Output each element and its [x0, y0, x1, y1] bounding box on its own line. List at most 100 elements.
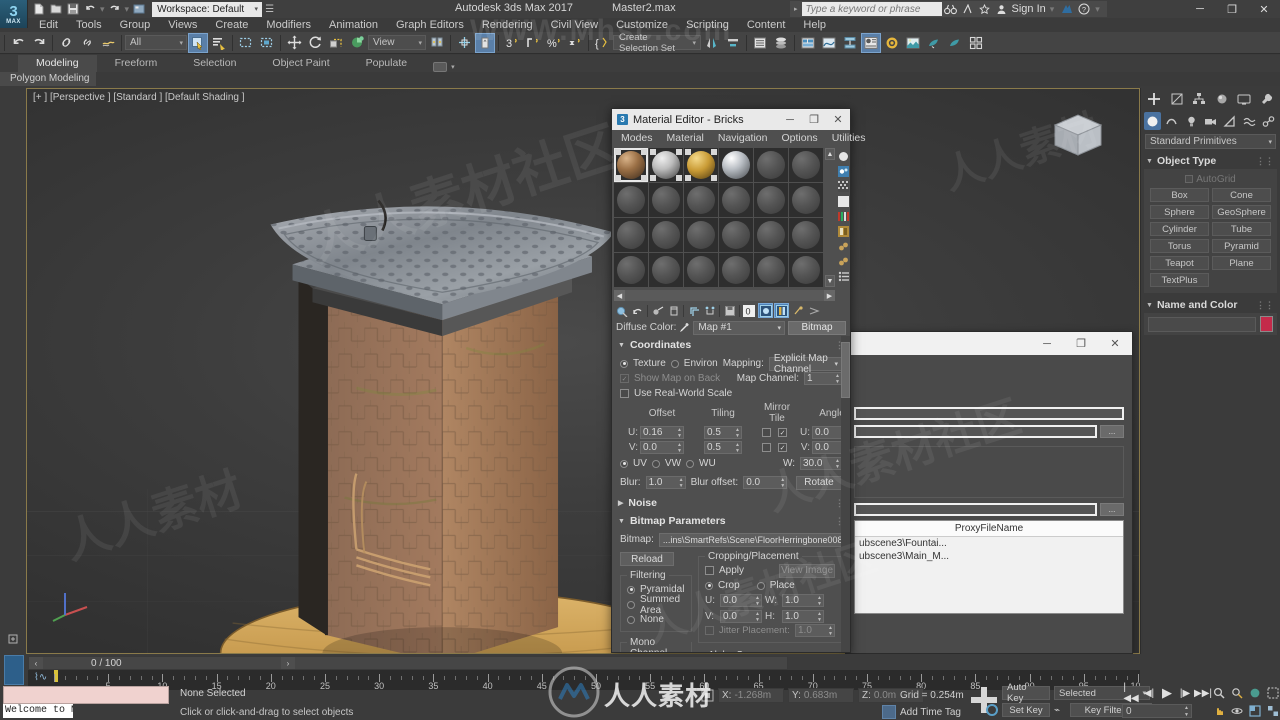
chevron-down-icon[interactable]: ▾	[451, 63, 455, 71]
layer-explorer-icon[interactable]	[750, 33, 770, 53]
spinner-snap-toggle-icon[interactable]	[565, 33, 585, 53]
me-menu-navigation[interactable]: Navigation	[711, 132, 775, 144]
bg-minimize-button[interactable]: ─	[1030, 332, 1064, 355]
pyramid-button[interactable]: Pyramid	[1212, 239, 1271, 253]
background-icon[interactable]	[837, 195, 849, 207]
me-menu-options[interactable]: Options	[775, 132, 825, 144]
blur-spinner[interactable]: 1.0 ▲ ▼	[645, 476, 686, 489]
material-list-icon[interactable]	[837, 270, 849, 282]
render-in-cloud-icon[interactable]	[966, 33, 986, 53]
sample-slot-scrollbar[interactable]: ▲ ▼	[825, 148, 835, 287]
make-material-copy-button[interactable]	[686, 303, 701, 318]
open-file-icon[interactable]	[49, 2, 63, 16]
sample-slot[interactable]	[614, 183, 648, 217]
tiling-u-spinner[interactable]: 0.5 ▲ ▼	[704, 426, 742, 439]
sample-slot[interactable]	[719, 148, 753, 182]
cylinder-button[interactable]: Cylinder	[1150, 222, 1209, 236]
sample-slot[interactable]	[754, 218, 788, 252]
spinner-arrows-icon[interactable]: ▲▼	[755, 595, 760, 607]
object-name-input[interactable]	[1148, 316, 1256, 332]
schematic-view-icon[interactable]	[840, 33, 860, 53]
current-frame-spinner[interactable]: 0 ▲ ▼	[1122, 704, 1192, 718]
environ-radio[interactable]	[670, 359, 679, 368]
bitmap-type-button[interactable]: Bitmap	[788, 320, 846, 335]
filtering-summed-area-row[interactable]: Summed Area	[627, 594, 685, 616]
menu-item-edit[interactable]: Edit	[30, 18, 67, 32]
uv-radio[interactable]	[620, 459, 628, 468]
spinner-arrows-icon[interactable]: ▲▼	[677, 427, 682, 439]
object-color-swatch[interactable]	[1260, 316, 1273, 332]
hscroll-left-icon[interactable]: ◀	[614, 290, 625, 301]
curve-editor-icon[interactable]	[819, 33, 839, 53]
display-tab-icon[interactable]	[1236, 90, 1253, 108]
sample-slot[interactable]	[789, 218, 823, 252]
redo-dropdown-arrow[interactable]: ▾	[125, 4, 130, 15]
noise-section-header[interactable]: ▶ Noise ⋮	[612, 494, 850, 512]
select-and-place-icon[interactable]	[347, 33, 367, 53]
material-id-channel-button[interactable]: 0	[742, 303, 757, 318]
bg-path-field-3[interactable]	[854, 503, 1097, 516]
hierarchy-tab-icon[interactable]	[1191, 90, 1208, 108]
sample-slot[interactable]	[649, 148, 683, 182]
tube-button[interactable]: Tube	[1212, 222, 1271, 236]
pan-hand-icon[interactable]	[1212, 704, 1226, 718]
go-forward-to-sibling-button[interactable]	[806, 303, 821, 318]
angle-w-spinner[interactable]: 30.0 ▲ ▼	[800, 457, 842, 470]
sample-slot[interactable]	[649, 183, 683, 217]
spinner-arrows-icon[interactable]: ▲▼	[755, 611, 760, 623]
modify-tab-icon[interactable]	[1168, 90, 1185, 108]
undo-button[interactable]	[8, 33, 28, 53]
bitmap-parameters-section-header[interactable]: ▼ Bitmap Parameters ⋮	[612, 512, 850, 530]
autodesk-logo-icon[interactable]	[1058, 2, 1075, 17]
3dsmax-logo[interactable]: 3 MAX	[0, 0, 28, 28]
zoom-icon[interactable]	[1212, 686, 1226, 700]
sign-in-dropdown-arrow[interactable]: ▾	[1046, 4, 1059, 15]
menu-item-graph-editors[interactable]: Graph Editors	[387, 18, 473, 32]
offset-v-spinner[interactable]: 0.0 ▲ ▼	[640, 441, 684, 454]
ribbon-tab-freeform[interactable]: Freeform	[97, 55, 176, 72]
spinner-arrows-icon[interactable]: ▲▼	[1184, 705, 1189, 719]
selection-filter-combo[interactable]: All ▾	[125, 35, 187, 50]
play-animation-icon[interactable]: ▶	[1160, 685, 1174, 700]
get-material-icon[interactable]	[837, 150, 849, 162]
cone-button[interactable]: Cone	[1212, 188, 1271, 202]
sample-type-icon[interactable]	[837, 165, 849, 177]
get-material-button[interactable]	[614, 303, 629, 318]
proxy-file-list[interactable]: ProxyFileName ubscene3\Fountai... ubscen…	[854, 520, 1124, 614]
binoculars-icon[interactable]	[942, 2, 959, 17]
systems-category-icon[interactable]	[1260, 112, 1277, 130]
rendered-frame-window-icon[interactable]	[903, 33, 923, 53]
favorites-star-icon[interactable]	[976, 2, 993, 17]
view-image-button[interactable]: View Image	[779, 563, 835, 578]
toggle-scene-explorer-icon[interactable]	[798, 33, 818, 53]
bg-browse-button-2[interactable]: ...	[1100, 503, 1124, 516]
menu-item-scripting[interactable]: Scripting	[677, 18, 738, 32]
rotate-button[interactable]: Rotate	[796, 475, 842, 490]
sample-slot[interactable]	[684, 253, 718, 287]
new-file-icon[interactable]	[32, 2, 46, 16]
render-iterative-icon[interactable]	[945, 33, 965, 53]
pyramidal-radio[interactable]	[627, 585, 635, 594]
sample-slot[interactable]	[789, 253, 823, 287]
me-minimize-button[interactable]: ─	[778, 109, 802, 130]
zoom-all-icon[interactable]	[1230, 686, 1244, 700]
sample-slot[interactable]	[754, 183, 788, 217]
scene-explorer-icon[interactable]	[771, 33, 791, 53]
spinner-arrows-icon[interactable]: ▲▼	[735, 427, 740, 439]
reference-coordinate-combo[interactable]: View ▾	[368, 35, 426, 50]
offset-u-spinner[interactable]: 0.16 ▲ ▼	[640, 426, 684, 439]
bg-close-button[interactable]: ✕	[1098, 332, 1132, 355]
autodesk-exchange-icon[interactable]	[959, 2, 976, 17]
torus-button[interactable]: Torus	[1150, 239, 1209, 253]
coordinates-section-header[interactable]: ▼ Coordinates ⋮	[612, 336, 850, 354]
spinner-arrows-icon[interactable]: ▲▼	[835, 373, 840, 385]
select-and-scale-icon[interactable]	[326, 33, 346, 53]
help-dropdown-arrow[interactable]: ▾	[1092, 4, 1103, 15]
select-object-button[interactable]	[188, 32, 208, 53]
none-radio[interactable]	[627, 615, 635, 624]
spinner-arrows-icon[interactable]: ▲▼	[817, 611, 822, 623]
me-maximize-button[interactable]: ❐	[802, 109, 826, 130]
snaps-toggle-icon[interactable]: 3	[502, 33, 522, 53]
geometry-category-icon[interactable]	[1144, 112, 1162, 130]
geosphere-button[interactable]: GeoSphere	[1212, 205, 1271, 219]
